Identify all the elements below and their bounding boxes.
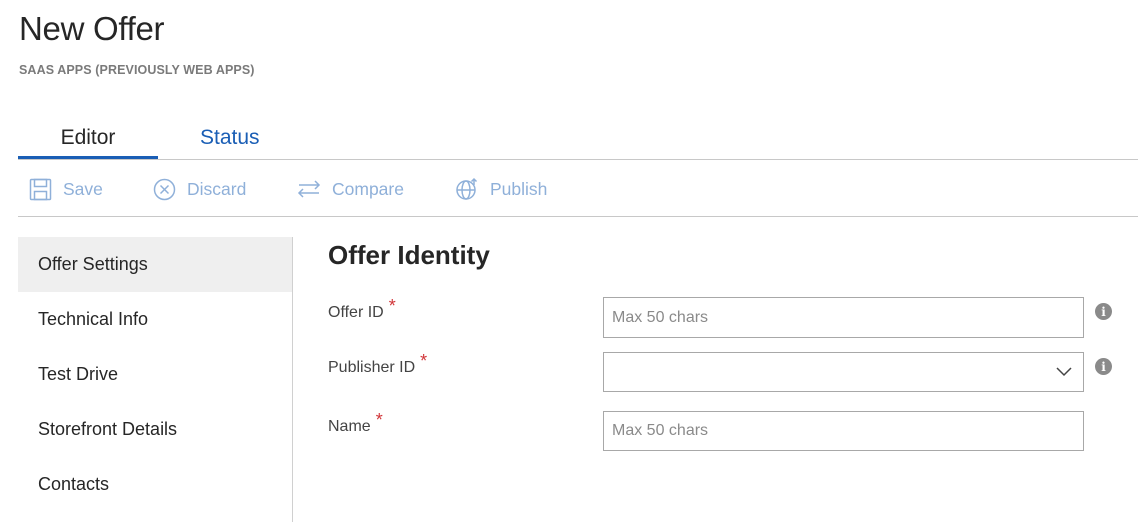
publish-button[interactable]: Publish [455, 177, 547, 201]
sidebar-item-offer-settings[interactable]: Offer Settings [18, 237, 292, 292]
save-icon [28, 177, 52, 201]
page-subtitle: SAAS APPS (PREVIOUSLY WEB APPS) [19, 63, 255, 77]
publisher-id-select[interactable] [603, 352, 1084, 392]
section-title: Offer Identity [328, 240, 490, 270]
toolbar: Save Discard Compare Publish [18, 161, 1138, 217]
info-icon[interactable]: i [1095, 358, 1112, 375]
tab-status[interactable]: Status [200, 126, 260, 159]
save-label: Save [63, 178, 103, 199]
required-marker: * [375, 410, 383, 430]
publisher-id-label: Publisher ID * [328, 351, 427, 377]
discard-label: Discard [187, 178, 247, 199]
sidebar-item-storefront-details[interactable]: Storefront Details [18, 402, 292, 457]
compare-button[interactable]: Compare [297, 177, 404, 201]
name-input[interactable] [603, 411, 1084, 451]
required-marker: * [388, 296, 396, 316]
sidebar-item-technical-info[interactable]: Technical Info [18, 292, 292, 347]
sidebar-item-test-drive[interactable]: Test Drive [18, 347, 292, 402]
discard-icon [152, 177, 176, 201]
compare-label: Compare [332, 178, 404, 199]
globe-icon [455, 177, 479, 201]
offer-id-label-text: Offer ID [328, 304, 384, 321]
page-title: New Offer [19, 10, 165, 47]
publisher-id-label-text: Publisher ID [328, 359, 416, 376]
name-label: Name * [328, 410, 383, 436]
sidebar-item-contacts[interactable]: Contacts [18, 457, 292, 512]
name-label-text: Name [328, 418, 371, 435]
required-marker: * [420, 351, 428, 371]
tab-editor[interactable]: Editor [18, 126, 158, 159]
discard-button[interactable]: Discard [152, 177, 246, 201]
publish-label: Publish [490, 178, 548, 199]
tab-bar: Editor Status [18, 122, 1138, 160]
offer-id-input[interactable] [603, 297, 1084, 338]
compare-icon [297, 177, 321, 201]
save-button[interactable]: Save [28, 177, 103, 201]
chevron-down-icon [1055, 364, 1073, 385]
sidebar-nav: Offer Settings Technical Info Test Drive… [18, 237, 293, 522]
info-icon[interactable]: i [1095, 303, 1112, 320]
offer-id-label: Offer ID * [328, 296, 396, 322]
